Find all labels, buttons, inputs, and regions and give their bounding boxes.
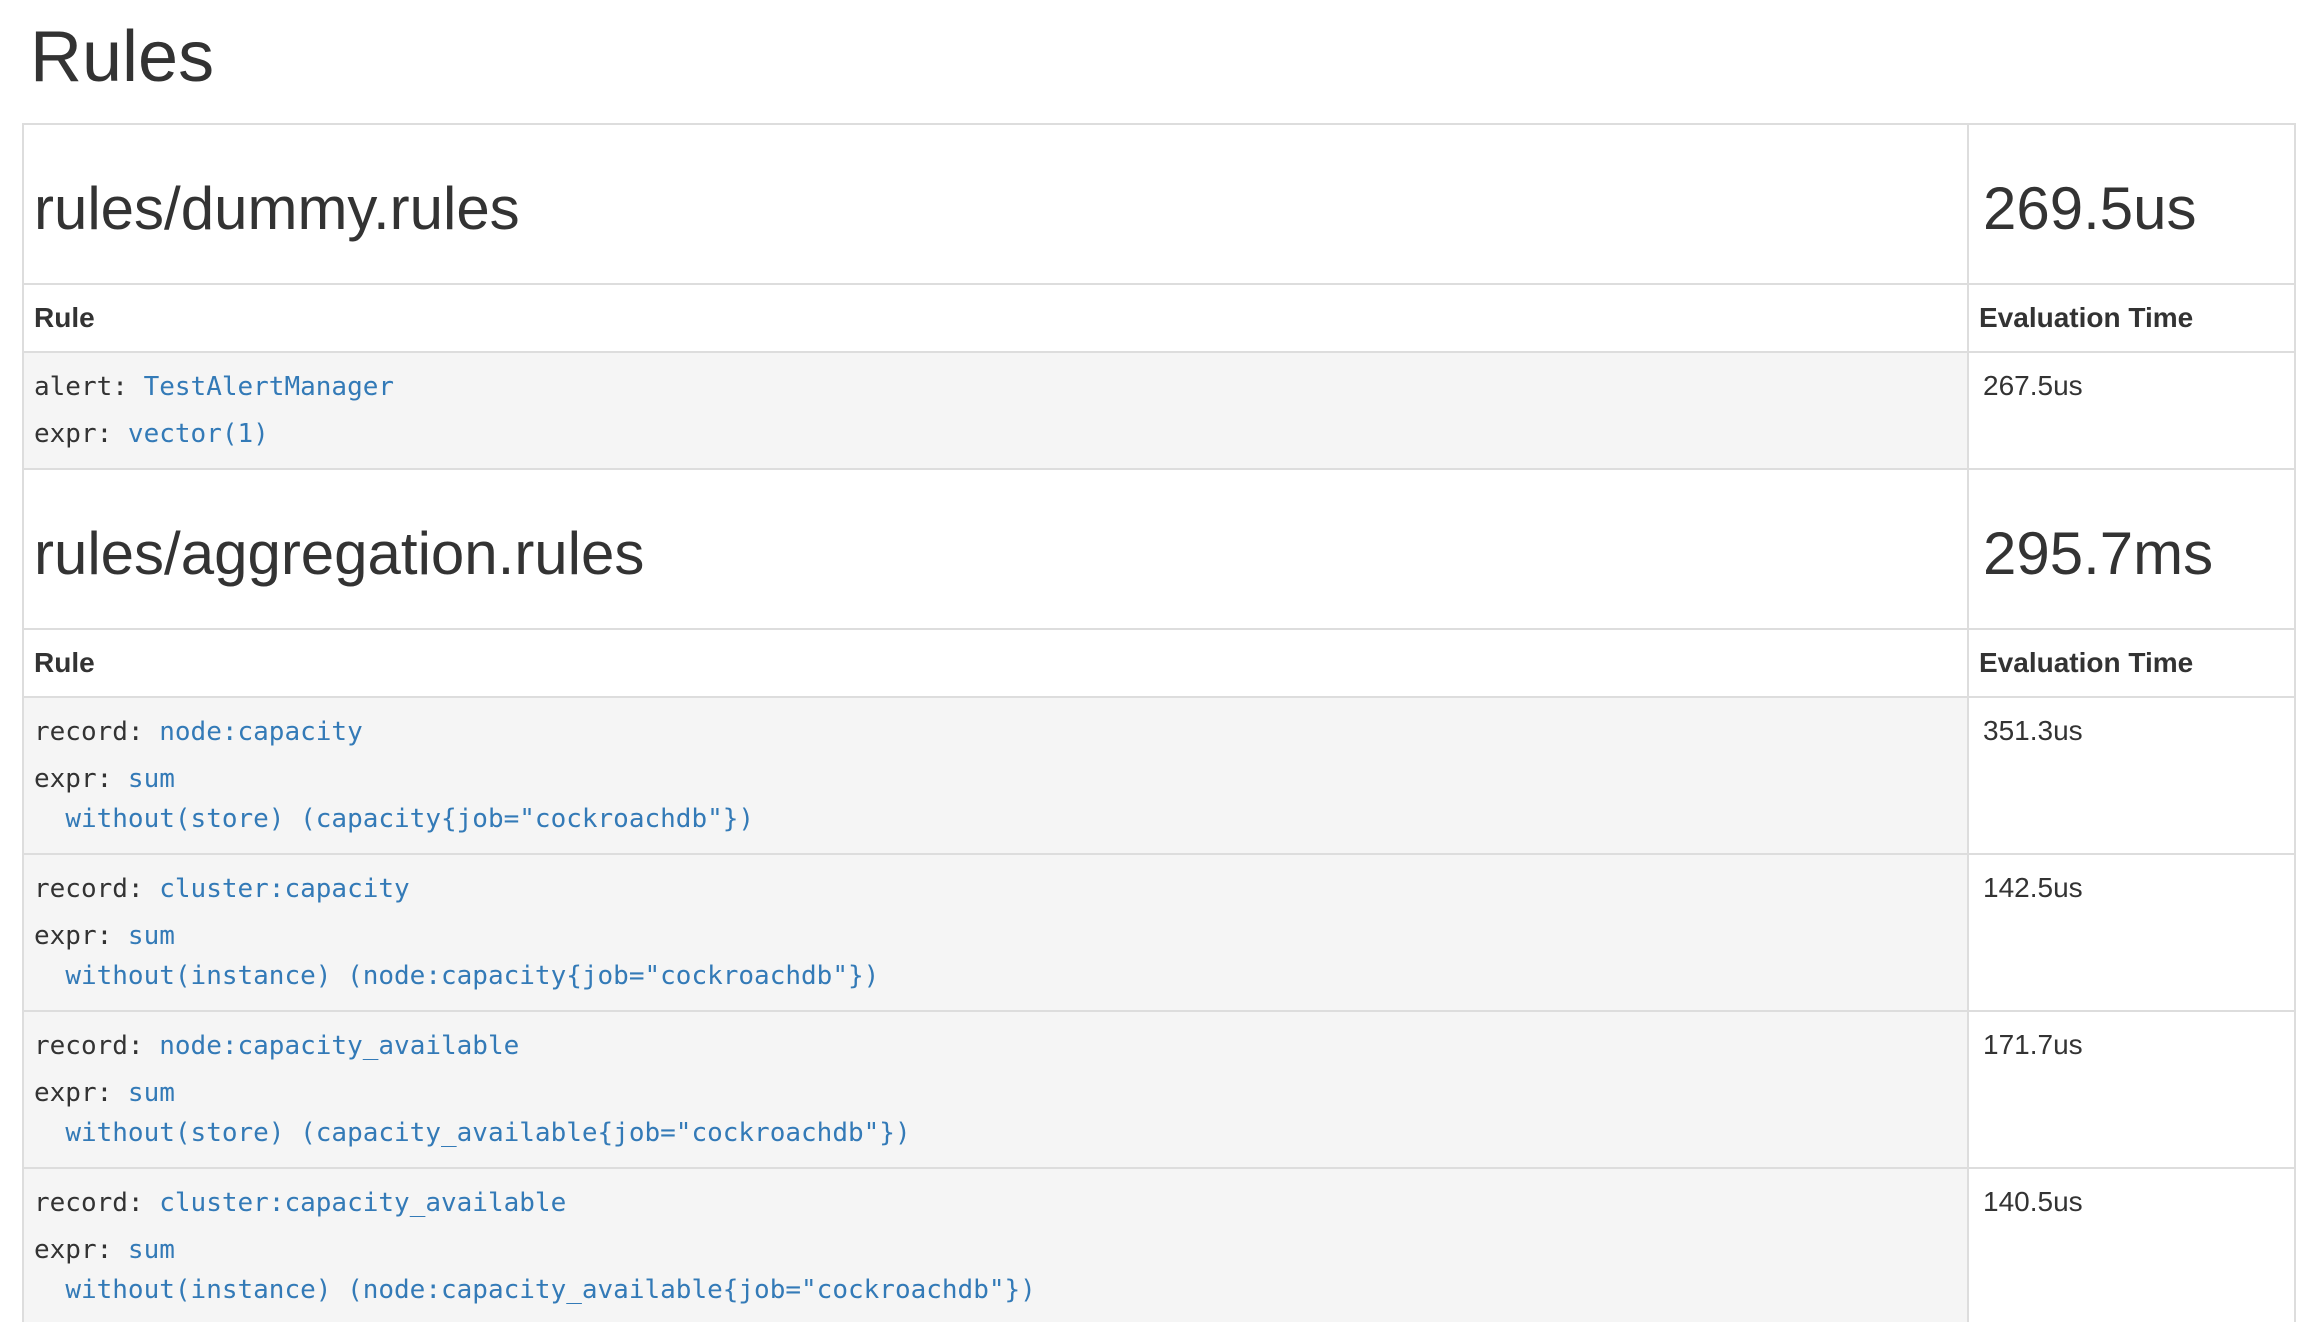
rule-definition-cell: record: node:capacity_available expr: su… [23,1011,1968,1168]
table-row: record: node:capacity expr: sum without(… [23,697,2295,854]
rule-line: expr: vector(1) [34,414,1951,454]
rule-definition-cell: record: cluster:capacity_available expr:… [23,1168,1968,1322]
table-row: record: cluster:capacity_available expr:… [23,1168,2295,1322]
rule-keyword: record: [34,717,159,747]
record-name-link[interactable]: node:capacity_available [159,1031,519,1061]
rule-line: record: node:capacity_available [34,1026,1951,1066]
rule-group-total-time: 269.5us [1983,175,2278,243]
table-row: record: node:capacity_available expr: su… [23,1011,2295,1168]
rule-definition-cell: alert: TestAlertManager expr: vector(1) [23,352,1968,469]
rule-group-file-cell: rules/dummy.rules [23,124,1968,284]
eval-time-value: 171.7us [1968,1011,2295,1168]
rule-keyword: expr: [34,1078,128,1108]
rule-group-time-cell: 295.7ms [1968,469,2295,629]
eval-time-value: 142.5us [1968,854,2295,1011]
expr-link[interactable]: vector(1) [128,419,269,449]
rule-column-header: Rule [23,284,1968,352]
rule-group-file-cell: rules/aggregation.rules [23,469,1968,629]
rule-keyword: record: [34,874,159,904]
rule-line: expr: sum without(instance) (node:capaci… [34,1230,1951,1310]
rule-definition-cell: record: node:capacity expr: sum without(… [23,697,1968,854]
rule-keyword: expr: [34,419,128,449]
rule-group-header: rules/aggregation.rules 295.7ms [23,469,2295,629]
rule-line: alert: TestAlertManager [34,367,1951,407]
eval-time-column-header: Evaluation Time [1968,629,2295,697]
expr-link[interactable]: sum without(store) (capacity{job="cockro… [34,764,754,834]
rule-group-total-time: 295.7ms [1983,520,2278,588]
eval-time-value: 140.5us [1968,1168,2295,1322]
expr-link[interactable]: sum without(instance) (node:capacity{job… [34,921,879,991]
column-header-row: Rule Evaluation Time [23,629,2295,697]
rule-keyword: record: [34,1031,159,1061]
rule-group-file: rules/aggregation.rules [34,520,1951,588]
rules-page: Rules rules/dummy.rules 269.5us Rule Eva… [0,0,2316,1322]
rule-line: record: cluster:capacity [34,869,1951,909]
eval-time-value: 351.3us [1968,697,2295,854]
record-name-link[interactable]: cluster:capacity [159,874,409,904]
rule-column-header: Rule [23,629,1968,697]
eval-time-value: 267.5us [1968,352,2295,469]
rule-group-header: rules/dummy.rules 269.5us [23,124,2295,284]
expr-link[interactable]: sum without(store) (capacity_available{j… [34,1078,911,1148]
rule-group-time-cell: 269.5us [1968,124,2295,284]
alert-name-link[interactable]: TestAlertManager [144,372,394,402]
eval-time-column-header: Evaluation Time [1968,284,2295,352]
rules-table: rules/dummy.rules 269.5us Rule Evaluatio… [22,123,2296,1322]
rule-line: record: node:capacity [34,712,1951,752]
expr-link[interactable]: sum without(instance) (node:capacity_ava… [34,1235,1036,1305]
table-row: record: cluster:capacity expr: sum witho… [23,854,2295,1011]
page-title: Rules [30,18,2294,97]
rule-line: expr: sum without(store) (capacity{job="… [34,759,1951,839]
rule-line: expr: sum without(instance) (node:capaci… [34,916,1951,996]
table-row: alert: TestAlertManager expr: vector(1) … [23,352,2295,469]
record-name-link[interactable]: node:capacity [159,717,363,747]
rule-keyword: expr: [34,921,128,951]
record-name-link[interactable]: cluster:capacity_available [159,1188,566,1218]
rule-keyword: expr: [34,1235,128,1265]
column-header-row: Rule Evaluation Time [23,284,2295,352]
rule-keyword: alert: [34,372,144,402]
rule-group-file: rules/dummy.rules [34,175,1951,243]
rule-keyword: expr: [34,764,128,794]
rule-keyword: record: [34,1188,159,1218]
rule-line: record: cluster:capacity_available [34,1183,1951,1223]
rule-definition-cell: record: cluster:capacity expr: sum witho… [23,854,1968,1011]
rule-line: expr: sum without(store) (capacity_avail… [34,1073,1951,1153]
